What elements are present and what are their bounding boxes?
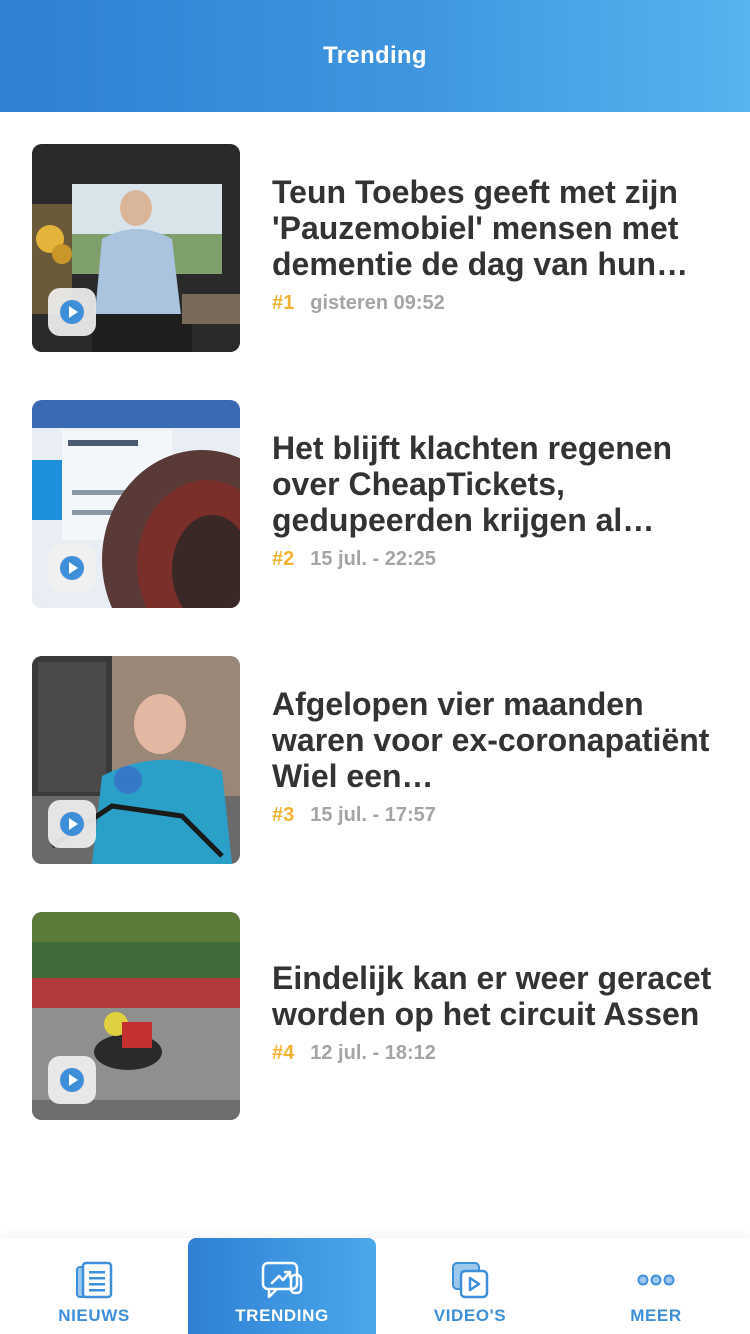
article-timestamp: 15 jul. - 22:25 xyxy=(310,547,436,570)
article-timestamp: gisteren 09:52 xyxy=(310,291,445,314)
tab-trending[interactable]: TRENDING xyxy=(188,1238,376,1334)
trending-rank: #2 xyxy=(272,547,295,570)
play-button[interactable] xyxy=(48,800,96,848)
article-timestamp: 15 jul. - 17:57 xyxy=(310,803,436,826)
video-icon xyxy=(448,1258,492,1302)
article-title[interactable]: Afgelopen vier maanden waren voor ex-cor… xyxy=(272,686,712,794)
trending-rank: #3 xyxy=(272,803,295,826)
list-item[interactable]: Eindelijk kan er weer geracet worden op … xyxy=(0,880,750,1136)
tab-label: TRENDING xyxy=(235,1306,329,1325)
article-title[interactable]: Het blijft klachten regenen over CheapTi… xyxy=(272,430,712,538)
play-icon xyxy=(60,1068,84,1092)
tab-videos[interactable]: VIDEO'S xyxy=(376,1238,564,1334)
article-thumbnail[interactable] xyxy=(32,144,240,352)
trending-list: Teun Toebes geeft met zijn 'Pauzemobiel'… xyxy=(0,112,750,1136)
trending-icon xyxy=(260,1258,304,1302)
play-button[interactable] xyxy=(48,1056,96,1104)
list-item[interactable]: Het blijft klachten regenen over CheapTi… xyxy=(0,368,750,624)
tab-label: NIEUWS xyxy=(58,1306,130,1325)
app-header: Trending xyxy=(0,0,750,112)
list-item[interactable]: Teun Toebes geeft met zijn 'Pauzemobiel'… xyxy=(0,112,750,368)
play-icon xyxy=(60,300,84,324)
article-thumbnail[interactable] xyxy=(32,912,240,1120)
tab-label: MEER xyxy=(630,1306,682,1325)
more-icon xyxy=(634,1258,678,1302)
news-icon xyxy=(72,1258,116,1302)
article-thumbnail[interactable] xyxy=(32,400,240,608)
tab-label: VIDEO'S xyxy=(433,1306,507,1325)
trending-rank: #1 xyxy=(272,291,295,314)
play-icon xyxy=(60,812,84,836)
play-button[interactable] xyxy=(48,544,96,592)
bottom-tab-bar: NIEUWS TRENDING VIDEO'S MEER xyxy=(0,1238,750,1334)
play-button[interactable] xyxy=(48,288,96,336)
article-timestamp: 12 jul. - 18:12 xyxy=(310,1041,436,1064)
trending-rank: #4 xyxy=(272,1041,295,1064)
article-title[interactable]: Eindelijk kan er weer geracet worden op … xyxy=(272,960,712,1032)
page-title: Trending xyxy=(323,42,427,69)
tab-meer[interactable]: MEER xyxy=(562,1238,750,1334)
article-thumbnail[interactable] xyxy=(32,656,240,864)
list-item[interactable]: Afgelopen vier maanden waren voor ex-cor… xyxy=(0,624,750,880)
article-title[interactable]: Teun Toebes geeft met zijn 'Pauzemobiel'… xyxy=(272,174,712,282)
tab-nieuws[interactable]: NIEUWS xyxy=(0,1238,188,1334)
play-icon xyxy=(60,556,84,580)
